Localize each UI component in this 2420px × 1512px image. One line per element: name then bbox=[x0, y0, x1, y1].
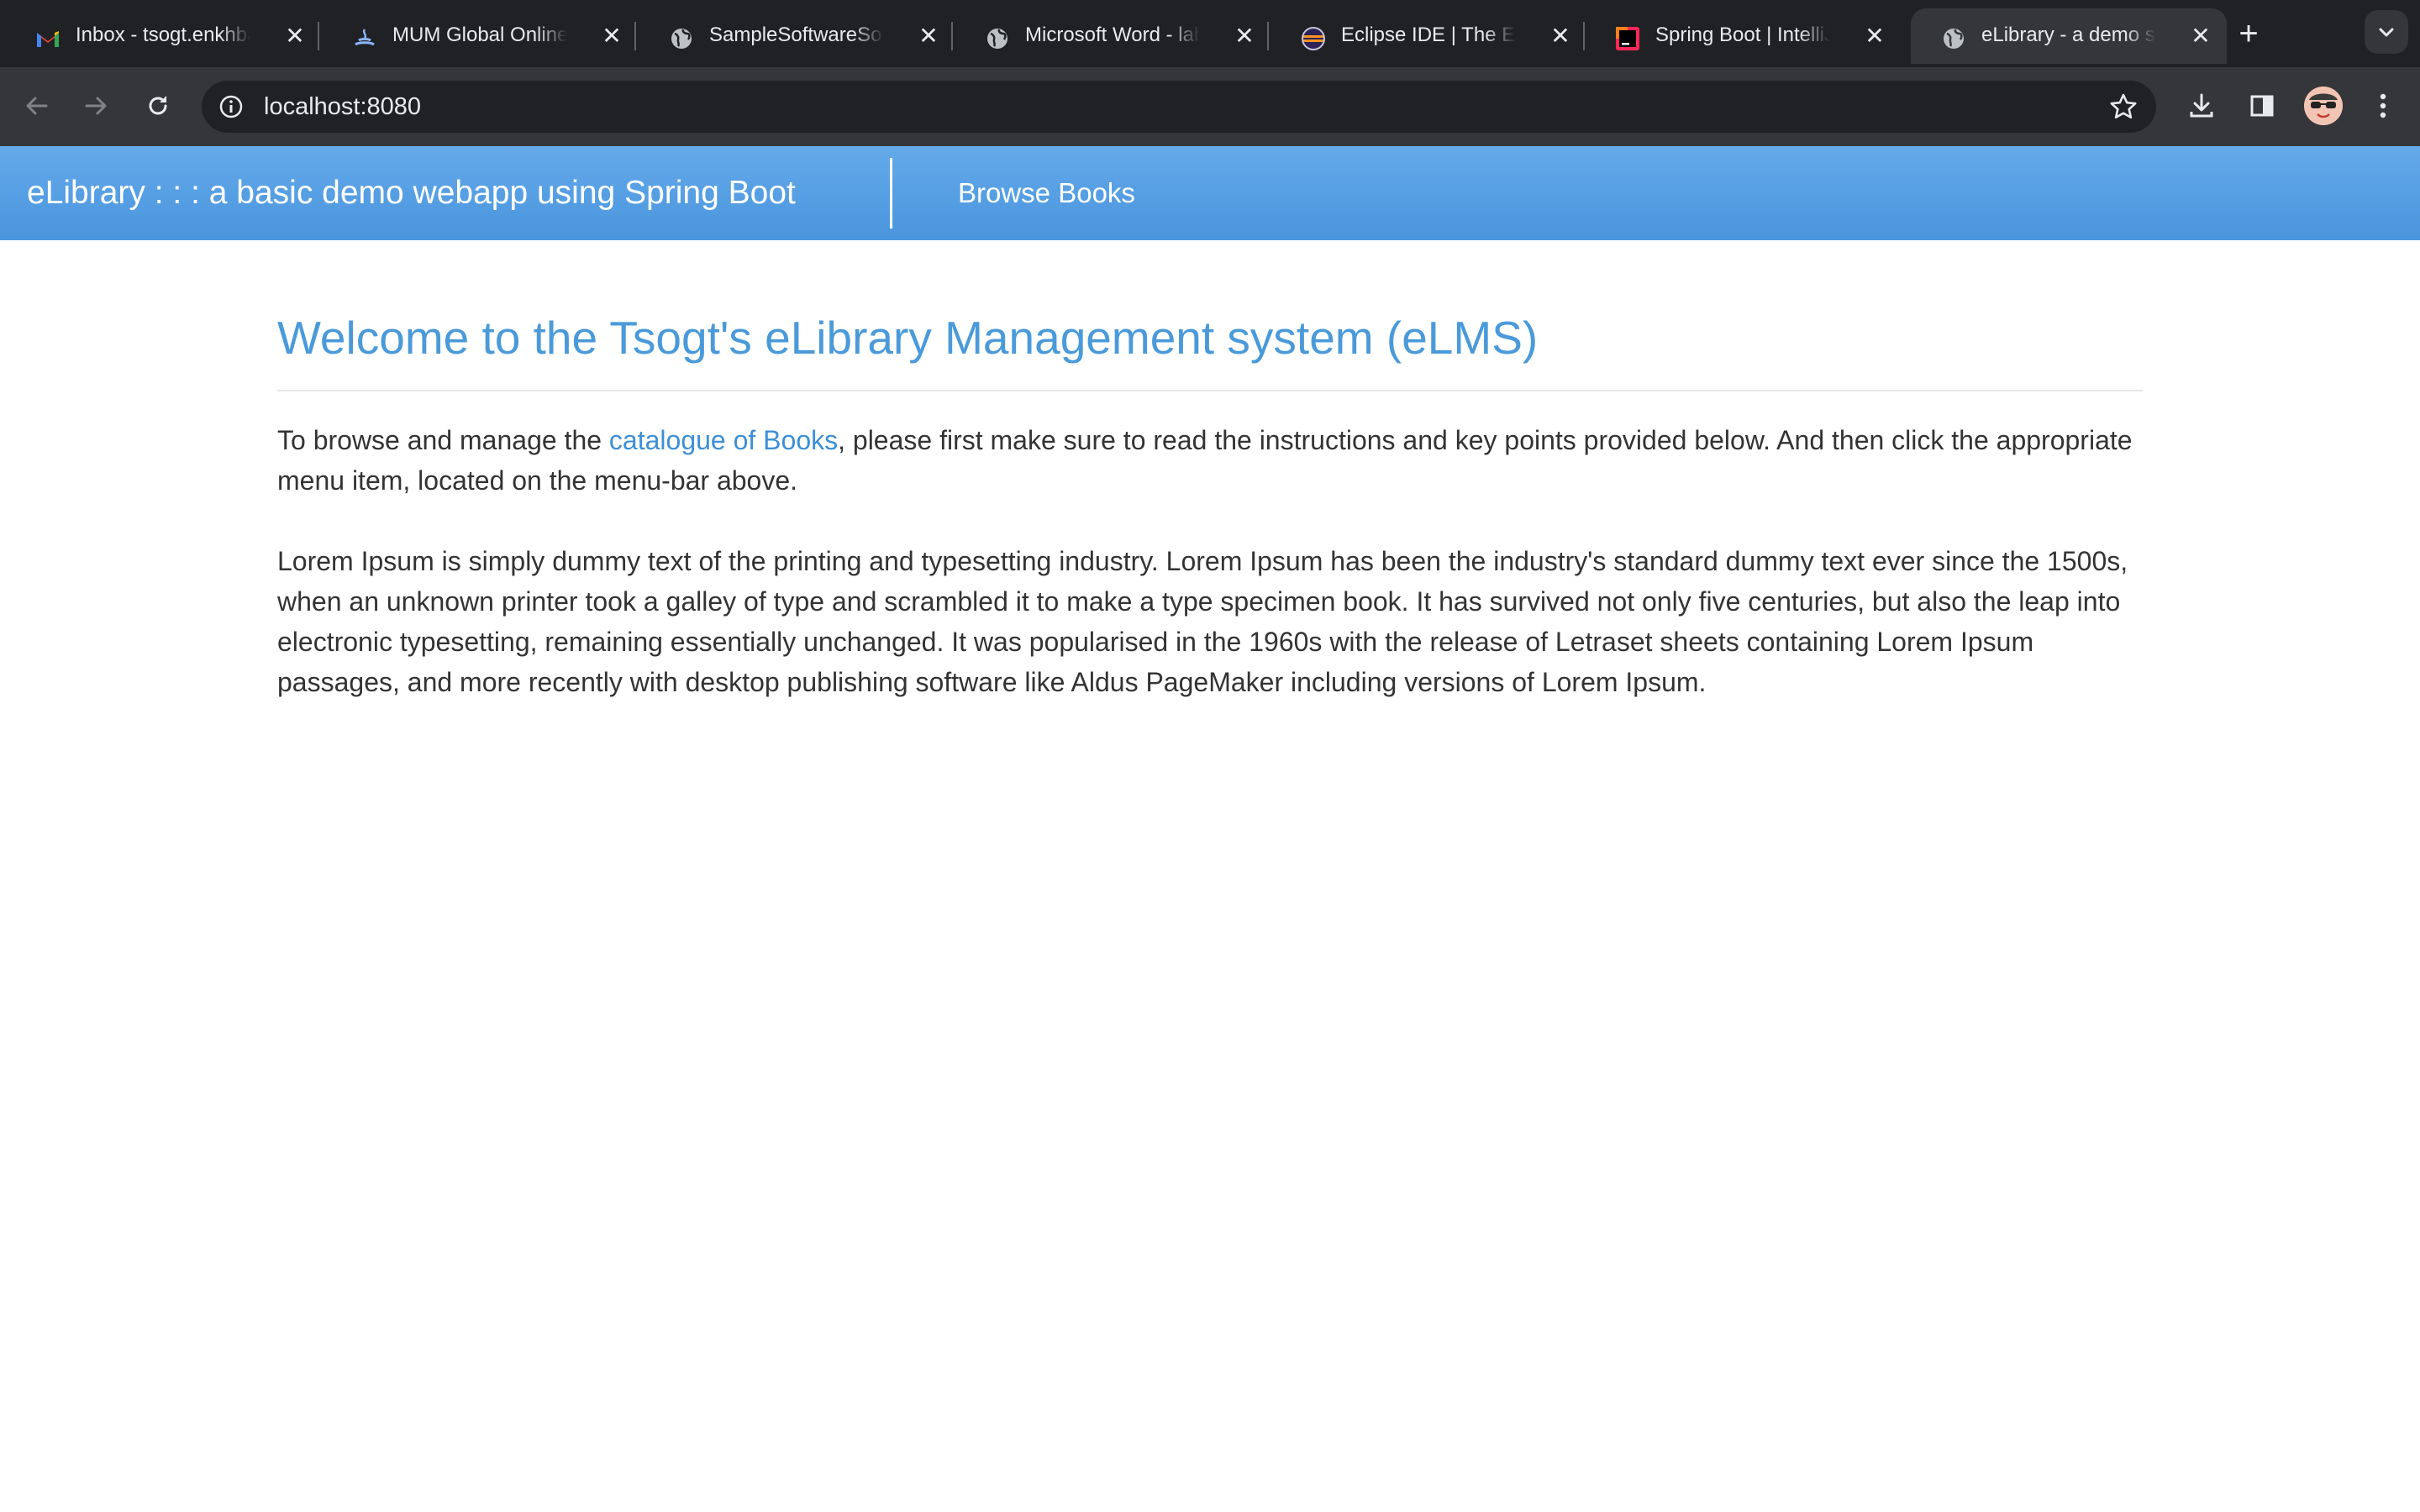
close-icon[interactable]: ✕ bbox=[1862, 24, 1887, 49]
chevron-down-icon bbox=[2379, 28, 2394, 37]
url-text[interactable]: localhost:8080 bbox=[264, 91, 421, 123]
globe-icon bbox=[1941, 26, 1966, 51]
mum-icon bbox=[352, 26, 377, 51]
tab-title: eLibrary - a demo spring bbox=[1981, 24, 2156, 46]
browser-toolbar: localhost:8080 bbox=[0, 67, 2420, 146]
tab-search-button[interactable] bbox=[2365, 10, 2408, 54]
divider bbox=[277, 390, 2143, 391]
catalogue-link[interactable]: catalogue of Books bbox=[609, 425, 838, 455]
gmail-icon bbox=[35, 26, 60, 51]
close-icon[interactable]: ✕ bbox=[599, 24, 624, 49]
nav-link-browse-books[interactable]: Browse Books bbox=[958, 173, 1135, 213]
eclipse-icon bbox=[1301, 26, 1326, 51]
browser-tab-intellij[interactable]: Spring Boot | IntelliJ ✕ bbox=[1585, 8, 1901, 64]
forward-button[interactable] bbox=[77, 87, 114, 124]
browser-tab-eclipse[interactable]: Eclipse IDE | The Eclipse ✕ bbox=[1270, 8, 1586, 64]
reload-icon bbox=[149, 96, 167, 115]
back-button[interactable] bbox=[18, 87, 55, 124]
lorem-paragraph: Lorem Ipsum is simply dummy text of the … bbox=[277, 546, 2128, 697]
intellij-icon bbox=[1615, 26, 1640, 51]
brand-link[interactable]: eLibrary : : : a basic demo webapp using… bbox=[27, 173, 796, 213]
tab-title: Eclipse IDE | The Eclipse bbox=[1341, 24, 1516, 46]
tab-separator bbox=[634, 22, 636, 50]
close-icon[interactable]: ✕ bbox=[282, 24, 308, 49]
close-icon[interactable]: ✕ bbox=[2188, 24, 2213, 49]
tab-strip: Inbox - tsogt.enkhbayar ✕ MUM Global Onl… bbox=[0, 0, 2420, 67]
browser-tab-mum[interactable]: MUM Global Online E ✕ bbox=[322, 8, 638, 64]
tab-separator bbox=[951, 22, 953, 50]
browser-tab-gmail[interactable]: Inbox - tsogt.enkhbayar ✕ bbox=[5, 8, 321, 64]
arrow-left-icon bbox=[26, 97, 48, 115]
close-icon[interactable]: ✕ bbox=[1232, 24, 1257, 49]
tab-title: MUM Global Online E bbox=[392, 24, 567, 46]
tab-separator bbox=[318, 22, 319, 50]
intro-text: To browse and manage the bbox=[277, 425, 609, 455]
tab-title: Spring Boot | IntelliJ bbox=[1655, 24, 1830, 46]
address-bar[interactable]: localhost:8080 bbox=[202, 81, 2156, 133]
navbar-divider bbox=[890, 158, 892, 228]
close-icon[interactable]: ✕ bbox=[916, 24, 941, 49]
avatar[interactable] bbox=[2304, 87, 2343, 125]
download-icon[interactable] bbox=[2183, 87, 2220, 124]
page-title: Welcome to the Tsogt's eLibrary Manageme… bbox=[277, 312, 1539, 364]
tab-title: Inbox - tsogt.enkhbayar bbox=[76, 24, 250, 46]
bookmark-star-icon[interactable] bbox=[2107, 91, 2139, 123]
close-icon[interactable]: ✕ bbox=[1548, 24, 1573, 49]
arrow-right-icon bbox=[85, 97, 107, 115]
new-tab-button[interactable]: + bbox=[2230, 15, 2267, 52]
browser-tab-elibrary[interactable]: eLibrary - a demo spring ✕ bbox=[1911, 8, 2227, 64]
tab-title: Microsoft Word - lab bbox=[1025, 24, 1200, 46]
tab-separator bbox=[1267, 22, 1269, 50]
more-menu-icon[interactable] bbox=[2365, 87, 2402, 124]
browser-tab-word[interactable]: Microsoft Word - lab ✕ bbox=[955, 8, 1270, 64]
browser-tab-sample[interactable]: SampleSoftwareSolution ✕ bbox=[639, 8, 955, 64]
side-panel-icon[interactable] bbox=[2244, 87, 2281, 124]
info-icon[interactable] bbox=[215, 91, 247, 123]
globe-icon bbox=[985, 26, 1010, 51]
reload-button[interactable] bbox=[139, 87, 176, 124]
intro-paragraph: To browse and manage the catalogue of Bo… bbox=[277, 420, 2143, 501]
globe-icon bbox=[669, 26, 694, 51]
tab-title: SampleSoftwareSolution bbox=[709, 24, 884, 46]
app-navbar: eLibrary : : : a basic demo webapp using… bbox=[0, 146, 2420, 240]
